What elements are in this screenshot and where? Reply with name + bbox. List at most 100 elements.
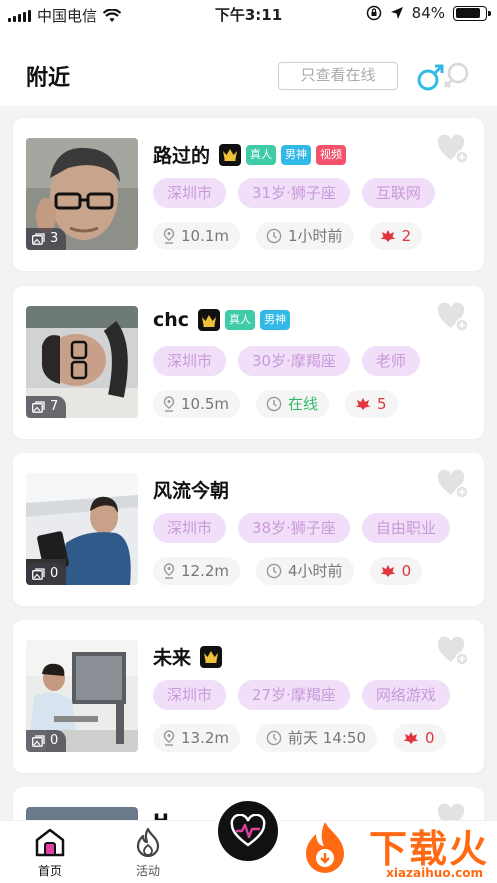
last-active-stat: 前天 14:50 xyxy=(256,724,378,752)
photo-count-badge: 7 xyxy=(26,396,67,418)
occupation-tag: 自由职业 xyxy=(361,513,450,543)
flower-stat: 0 xyxy=(369,557,423,585)
male-female-icon xyxy=(417,62,469,91)
photo-count: 7 xyxy=(50,399,59,414)
flower-icon xyxy=(380,230,396,242)
user-card[interactable]: 3 路过的 真人 男神 视频 深圳市 31岁·狮子座 互联网 10.1m 1小时… xyxy=(13,118,484,271)
header: 附近 只查看在线 xyxy=(0,28,497,106)
occupation-tag: 互联网 xyxy=(361,178,435,208)
user-photo[interactable]: 0 xyxy=(26,473,138,585)
city-tag: 深圳市 xyxy=(153,178,227,208)
flower-count: 2 xyxy=(401,227,412,245)
flower-icon xyxy=(380,565,396,577)
photo-count-badge: 0 xyxy=(26,730,67,752)
clock-icon xyxy=(266,396,282,412)
user-card[interactable]: 7 chc 真人 男神 深圳市 30岁·摩羯座 老师 10.5m 在线 5 xyxy=(13,286,484,439)
gallery-icon xyxy=(32,233,45,245)
flower-stat: 2 xyxy=(369,222,423,250)
flower-count: 0 xyxy=(425,729,435,747)
last-active-value: 1小时前 xyxy=(288,227,343,245)
distance-stat: 10.5m xyxy=(153,390,241,418)
flame-icon xyxy=(136,827,160,858)
rotation-lock-icon xyxy=(366,5,381,21)
photo-count-badge: 3 xyxy=(26,228,67,250)
distance-stat: 10.1m xyxy=(153,222,241,250)
occupation-tag: 网络游戏 xyxy=(361,680,450,710)
clock-icon xyxy=(266,563,282,579)
tab-activity-label: 活动 xyxy=(135,864,160,878)
distance-value: 13.2m xyxy=(181,729,230,747)
user-photo[interactable]: 7 xyxy=(26,306,138,418)
like-heart-icon[interactable] xyxy=(436,132,470,166)
user-card[interactable]: 0 风流今朝 深圳市 38岁·狮子座 自由职业 12.2m 4小时前 0 xyxy=(13,453,484,606)
clock-icon xyxy=(266,228,282,244)
gallery-icon xyxy=(32,568,45,580)
male-god-badge: 男神 xyxy=(260,310,291,330)
distance-stat: 13.2m xyxy=(153,724,241,752)
city-tag: 深圳市 xyxy=(153,513,227,543)
location-pin-icon xyxy=(163,396,175,412)
city-tag: 深圳市 xyxy=(153,346,227,376)
page-title: 附近 xyxy=(26,66,71,91)
real-person-badge: 真人 xyxy=(246,144,277,165)
age-zodiac-tag: 27岁·摩羯座 xyxy=(238,680,350,710)
vip-crown-icon xyxy=(198,309,221,331)
user-name: 路过的 xyxy=(153,145,211,167)
photo-count: 0 xyxy=(50,733,59,748)
home-icon xyxy=(35,828,65,857)
watermark-url: xiazaihuo.com xyxy=(386,866,483,880)
clock-icon xyxy=(266,730,282,746)
flower-icon xyxy=(403,732,419,744)
like-heart-icon[interactable] xyxy=(436,467,470,501)
location-pin-icon xyxy=(163,228,175,244)
distance-value: 12.2m xyxy=(181,562,230,580)
flower-icon xyxy=(355,398,371,410)
city-tag: 深圳市 xyxy=(153,680,227,710)
user-name: chc xyxy=(153,309,190,331)
age-zodiac-tag: 30岁·摩羯座 xyxy=(238,346,350,376)
match-heart-button[interactable] xyxy=(214,797,282,865)
occupation-tag: 老师 xyxy=(361,346,420,376)
last-active-stat: 4小时前 xyxy=(256,557,354,585)
online-only-button[interactable]: 只查看在线 xyxy=(278,62,398,90)
tab-home[interactable]: 首页 xyxy=(20,827,80,879)
last-active-stat: 在线 xyxy=(256,390,330,418)
photo-count-badge: 0 xyxy=(26,563,67,585)
heartbeat-icon xyxy=(230,814,266,847)
age-zodiac-tag: 31岁·狮子座 xyxy=(238,178,350,208)
last-active-stat: 1小时前 xyxy=(256,222,354,250)
watermark-text: 下载火 xyxy=(368,827,489,871)
gallery-icon xyxy=(32,401,45,413)
distance-stat: 12.2m xyxy=(153,557,241,585)
user-photo[interactable]: 3 xyxy=(26,138,138,250)
vip-crown-icon xyxy=(200,645,223,668)
watermark: 下载火 xiazaihuo.com xyxy=(300,816,497,883)
tab-home-label: 首页 xyxy=(37,864,62,878)
user-card[interactable]: 0 未来 深圳市 27岁·摩羯座 网络游戏 13.2m 前天 14:50 0 xyxy=(13,620,484,773)
location-icon xyxy=(390,7,403,19)
status-bar: 中国电信 下午3:11 84% xyxy=(0,0,497,28)
last-active-value: 在线 xyxy=(288,395,319,413)
flower-stat: 5 xyxy=(345,390,398,418)
like-heart-icon[interactable] xyxy=(436,634,470,668)
real-person-badge: 真人 xyxy=(225,310,256,330)
like-heart-icon[interactable] xyxy=(436,300,470,334)
gallery-icon xyxy=(32,735,45,747)
distance-value: 10.5m xyxy=(181,395,230,413)
user-photo[interactable]: 0 xyxy=(26,640,138,752)
vip-crown-icon xyxy=(219,143,242,166)
location-pin-icon xyxy=(163,730,175,746)
male-god-badge: 男神 xyxy=(281,144,312,165)
flower-stat: 0 xyxy=(393,724,446,752)
battery-percent: 84% xyxy=(411,4,445,22)
last-active-value: 4小时前 xyxy=(288,562,343,580)
flower-count: 5 xyxy=(377,395,387,413)
gender-filter-toggle[interactable] xyxy=(412,58,474,96)
user-name: 未来 xyxy=(153,647,192,669)
photo-count: 0 xyxy=(50,566,59,581)
photo-count: 3 xyxy=(50,231,59,246)
distance-value: 10.1m xyxy=(181,227,230,245)
battery-icon xyxy=(453,5,491,21)
tab-activity[interactable]: 活动 xyxy=(118,827,178,879)
flower-count: 0 xyxy=(401,562,412,580)
